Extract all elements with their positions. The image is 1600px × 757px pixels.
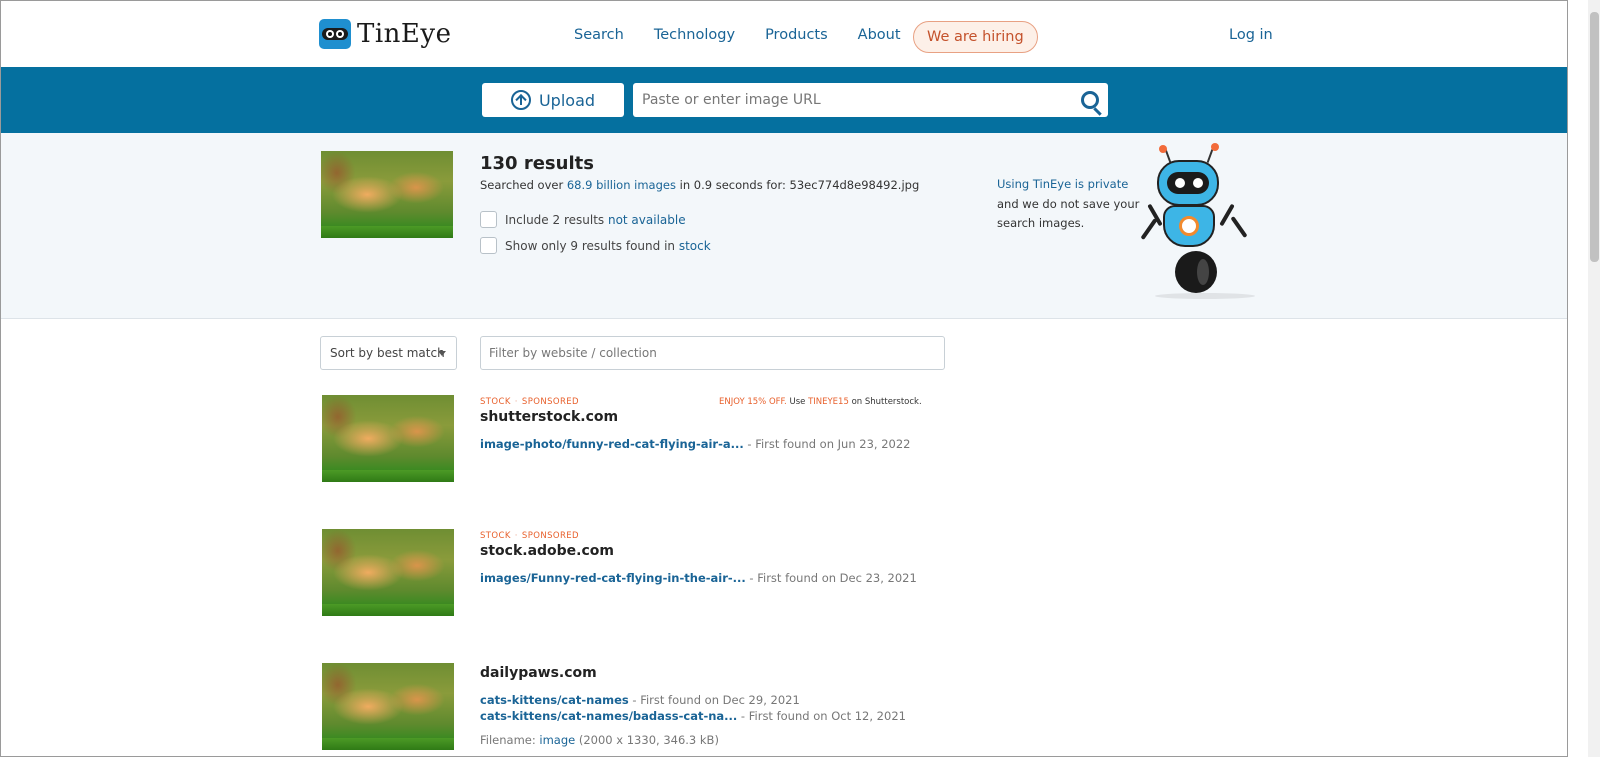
result-thumbnail[interactable] [322,395,454,482]
scrollbar-thumb[interactable] [1590,12,1599,262]
privacy-link[interactable]: Using TinEye is private [997,175,1157,195]
result-match: cats-kittens/cat-names - First found on … [480,693,800,707]
filename-link[interactable]: image [539,733,575,747]
upload-arrow-icon [510,90,531,110]
promo-text: Enjoy 15% off. Use TINEYE15 on Shutterst… [719,397,922,407]
stock-link[interactable]: stock [679,239,711,253]
nav-technology[interactable]: Technology [654,27,735,43]
browser-viewport: TinEye Search Technology Products About … [0,0,1568,757]
result-match: images/Funny-red-cat-flying-in-the-air-.… [480,571,917,585]
filter-website-input[interactable] [480,336,945,370]
results-count: 130 results [480,153,594,174]
results-summary: 130 results Searched over 68.9 billion i… [1,133,1567,319]
we-are-hiring-button[interactable]: We are hiring [913,21,1038,53]
query-image-thumbnail [321,151,453,238]
include-unavailable-checkbox[interactable] [480,211,497,228]
robot-logo-icon [319,19,351,49]
not-available-link[interactable]: not available [608,213,686,227]
stock-only-checkbox[interactable] [480,237,497,254]
nav-search[interactable]: Search [574,27,624,43]
tineye-logo[interactable]: TinEye [319,19,451,49]
result-tags: Stock · Sponsored [480,531,579,541]
billion-images-link[interactable]: 68.9 billion images [567,178,676,192]
upload-label: Upload [538,90,596,110]
nav-products[interactable]: Products [765,27,828,43]
result-thumbnail[interactable] [322,663,454,750]
result-match: cats-kittens/cat-names/badass-cat-na... … [480,709,906,723]
chevron-down-icon [438,351,446,356]
result-match-link[interactable]: cats-kittens/cat-names [480,693,629,707]
sort-dropdown[interactable]: Sort by best match [320,336,457,370]
result-match-link[interactable]: image-photo/funny-red-cat-flying-air-a..… [480,437,744,451]
result-match-link[interactable]: cats-kittens/cat-names/badass-cat-na... [480,709,737,723]
upload-button[interactable]: Upload [482,83,624,117]
privacy-note: Using TinEye is private and we do not sa… [997,175,1157,234]
search-stats: Searched over 68.9 billion images in 0.9… [480,178,920,192]
result-domain: shutterstock.com [480,409,619,425]
result-domain: stock.adobe.com [480,543,614,559]
result-thumbnail[interactable] [322,529,454,616]
login-link[interactable]: Log in [1229,27,1273,43]
sort-value: Sort by best match [330,346,445,360]
top-header: TinEye Search Technology Products About … [1,1,1567,67]
search-bar: Upload [1,67,1567,133]
result-match: image-photo/funny-red-cat-flying-air-a..… [480,437,911,451]
result-tags: Stock · Sponsored [480,397,579,407]
result-filename: Filename: image (2000 x 1330, 346.3 kB) [480,733,719,747]
result-match-link[interactable]: images/Funny-red-cat-flying-in-the-air-.… [480,571,746,585]
stock-only-option[interactable]: Show only 9 results found in stock [480,237,711,254]
robot-mascot-icon [1139,143,1269,300]
logo-text: TinEye [357,19,452,49]
query-filename: 53ec774d8e98492.jpg [789,178,920,192]
result-domain: dailypaws.com [480,665,597,681]
search-icon[interactable] [1081,91,1099,109]
nav-about[interactable]: About [858,27,901,43]
include-unavailable-option[interactable]: Include 2 results not available [480,211,686,228]
image-url-input[interactable] [633,83,1108,117]
main-nav: Search Technology Products About [574,27,901,43]
